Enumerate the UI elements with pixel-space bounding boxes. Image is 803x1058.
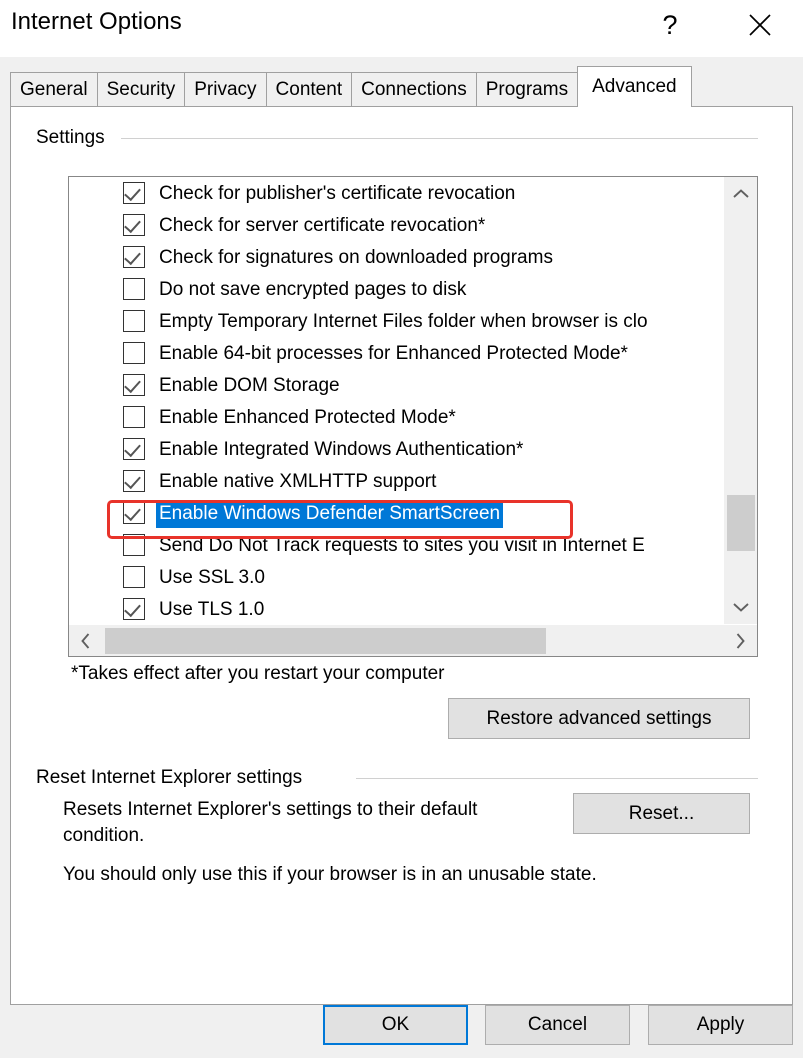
- list-item-label: Use SSL 3.0: [159, 566, 265, 588]
- checkbox-unchecked-icon[interactable]: [123, 278, 145, 300]
- tab-connections[interactable]: Connections: [351, 72, 477, 107]
- list-item-label: Enable native XMLHTTP support: [159, 470, 437, 492]
- question-mark-icon: ?: [662, 9, 678, 40]
- tab-label: Security: [106, 79, 176, 100]
- list-item[interactable]: Enable Enhanced Protected Mode*: [69, 401, 723, 433]
- tab-content[interactable]: Content: [265, 72, 353, 107]
- list-item-label: Empty Temporary Internet Files folder wh…: [159, 310, 648, 332]
- reset-warning-text: You should only use this if your browser…: [63, 864, 597, 885]
- reset-button[interactable]: Reset...: [573, 793, 750, 834]
- settings-group-divider: [121, 138, 758, 139]
- tab-label: Privacy: [194, 79, 257, 100]
- checkbox-unchecked-icon[interactable]: [123, 310, 145, 332]
- tab-label: General: [20, 79, 88, 100]
- checkbox-checked-icon[interactable]: [123, 438, 145, 460]
- list-item-label: Check for signatures on downloaded progr…: [159, 246, 553, 268]
- list-item-label: Check for publisher's certificate revoca…: [159, 182, 516, 204]
- help-button[interactable]: ?: [640, 0, 700, 50]
- chevron-down-icon[interactable]: [724, 590, 757, 624]
- checkbox-checked-icon[interactable]: [123, 214, 145, 236]
- list-item-label: Enable Windows Defender SmartScreen: [156, 499, 504, 528]
- settings-list-viewport: Check for publisher's certificate revoca…: [69, 177, 723, 624]
- chevron-up-icon[interactable]: [724, 177, 757, 211]
- title-bar: Internet Options ?: [0, 0, 803, 57]
- list-item[interactable]: Enable DOM Storage: [69, 369, 723, 401]
- checkbox-checked-icon[interactable]: [123, 502, 145, 524]
- tab-label: Advanced: [592, 76, 677, 97]
- cancel-button[interactable]: Cancel: [485, 1005, 630, 1045]
- list-item[interactable]: Send Do Not Track requests to sites you …: [69, 529, 723, 561]
- list-item[interactable]: Do not save encrypted pages to disk: [69, 273, 723, 305]
- checkbox-checked-icon[interactable]: [123, 470, 145, 492]
- advanced-settings-listbox[interactable]: Check for publisher's certificate revoca…: [68, 176, 758, 657]
- chevron-right-icon[interactable]: [723, 625, 757, 656]
- list-item-selected-smartscreen[interactable]: Enable Windows Defender SmartScreen: [69, 497, 723, 529]
- list-item-label: Enable DOM Storage: [159, 374, 340, 396]
- internet-options-dialog: Internet Options ? General Security Priv…: [0, 0, 803, 1058]
- list-item-label: Enable Enhanced Protected Mode*: [159, 406, 456, 428]
- restore-advanced-settings-button[interactable]: Restore advanced settings: [448, 698, 750, 739]
- checkbox-unchecked-icon[interactable]: [123, 534, 145, 556]
- list-item-label: Check for server certificate revocation*: [159, 214, 486, 236]
- window-title: Internet Options: [11, 8, 182, 35]
- list-item[interactable]: Enable 64-bit processes for Enhanced Pro…: [69, 337, 723, 369]
- tab-privacy[interactable]: Privacy: [184, 72, 267, 107]
- list-item-label: Enable 64-bit processes for Enhanced Pro…: [159, 342, 628, 364]
- restart-footnote: *Takes effect after you restart your com…: [71, 663, 445, 684]
- settings-group-label: Settings: [36, 127, 113, 149]
- close-icon: [747, 12, 773, 38]
- vertical-scrollbar-thumb[interactable]: [727, 495, 755, 551]
- tab-strip: General Security Privacy Content Connect…: [10, 66, 793, 107]
- horizontal-scrollbar-thumb[interactable]: [105, 628, 546, 654]
- close-button[interactable]: [730, 0, 790, 50]
- tab-advanced[interactable]: Advanced: [577, 66, 692, 107]
- checkbox-checked-icon[interactable]: [123, 598, 145, 620]
- checkbox-unchecked-icon[interactable]: [123, 566, 145, 588]
- tab-security[interactable]: Security: [96, 72, 186, 107]
- list-item[interactable]: Check for signatures on downloaded progr…: [69, 241, 723, 273]
- checkbox-checked-icon[interactable]: [123, 182, 145, 204]
- advanced-tab-panel: Settings Check for publisher's certifica…: [10, 106, 793, 1005]
- reset-group-label: Reset Internet Explorer settings: [36, 767, 311, 789]
- list-item[interactable]: Use TLS 1.0: [69, 593, 723, 624]
- list-item[interactable]: Enable native XMLHTTP support: [69, 465, 723, 497]
- list-item-label: Do not save encrypted pages to disk: [159, 278, 467, 300]
- list-item[interactable]: Check for publisher's certificate revoca…: [69, 177, 723, 209]
- list-item[interactable]: Check for server certificate revocation*: [69, 209, 723, 241]
- list-item[interactable]: Empty Temporary Internet Files folder wh…: [69, 305, 723, 337]
- checkbox-checked-icon[interactable]: [123, 374, 145, 396]
- tab-programs[interactable]: Programs: [475, 72, 579, 107]
- tab-general[interactable]: General: [10, 72, 98, 107]
- checkbox-unchecked-icon[interactable]: [123, 342, 145, 364]
- list-item[interactable]: Use SSL 3.0: [69, 561, 723, 593]
- list-item-label: Use TLS 1.0: [159, 598, 265, 620]
- list-item-label: Send Do Not Track requests to sites you …: [159, 534, 645, 556]
- horizontal-scrollbar[interactable]: [69, 624, 757, 656]
- reset-description: Resets Internet Explorer's settings to t…: [63, 799, 478, 846]
- tab-label: Connections: [361, 79, 467, 100]
- reset-group-divider: [356, 778, 758, 779]
- vertical-scrollbar[interactable]: [723, 177, 757, 624]
- tab-label: Content: [275, 79, 343, 100]
- list-item-label: Enable Integrated Windows Authentication…: [159, 438, 524, 460]
- apply-button[interactable]: Apply: [648, 1005, 793, 1045]
- ok-button[interactable]: OK: [323, 1005, 468, 1045]
- tab-label: Programs: [485, 79, 569, 100]
- chevron-left-icon[interactable]: [69, 625, 103, 656]
- checkbox-unchecked-icon[interactable]: [123, 406, 145, 428]
- list-item[interactable]: Enable Integrated Windows Authentication…: [69, 433, 723, 465]
- checkbox-checked-icon[interactable]: [123, 246, 145, 268]
